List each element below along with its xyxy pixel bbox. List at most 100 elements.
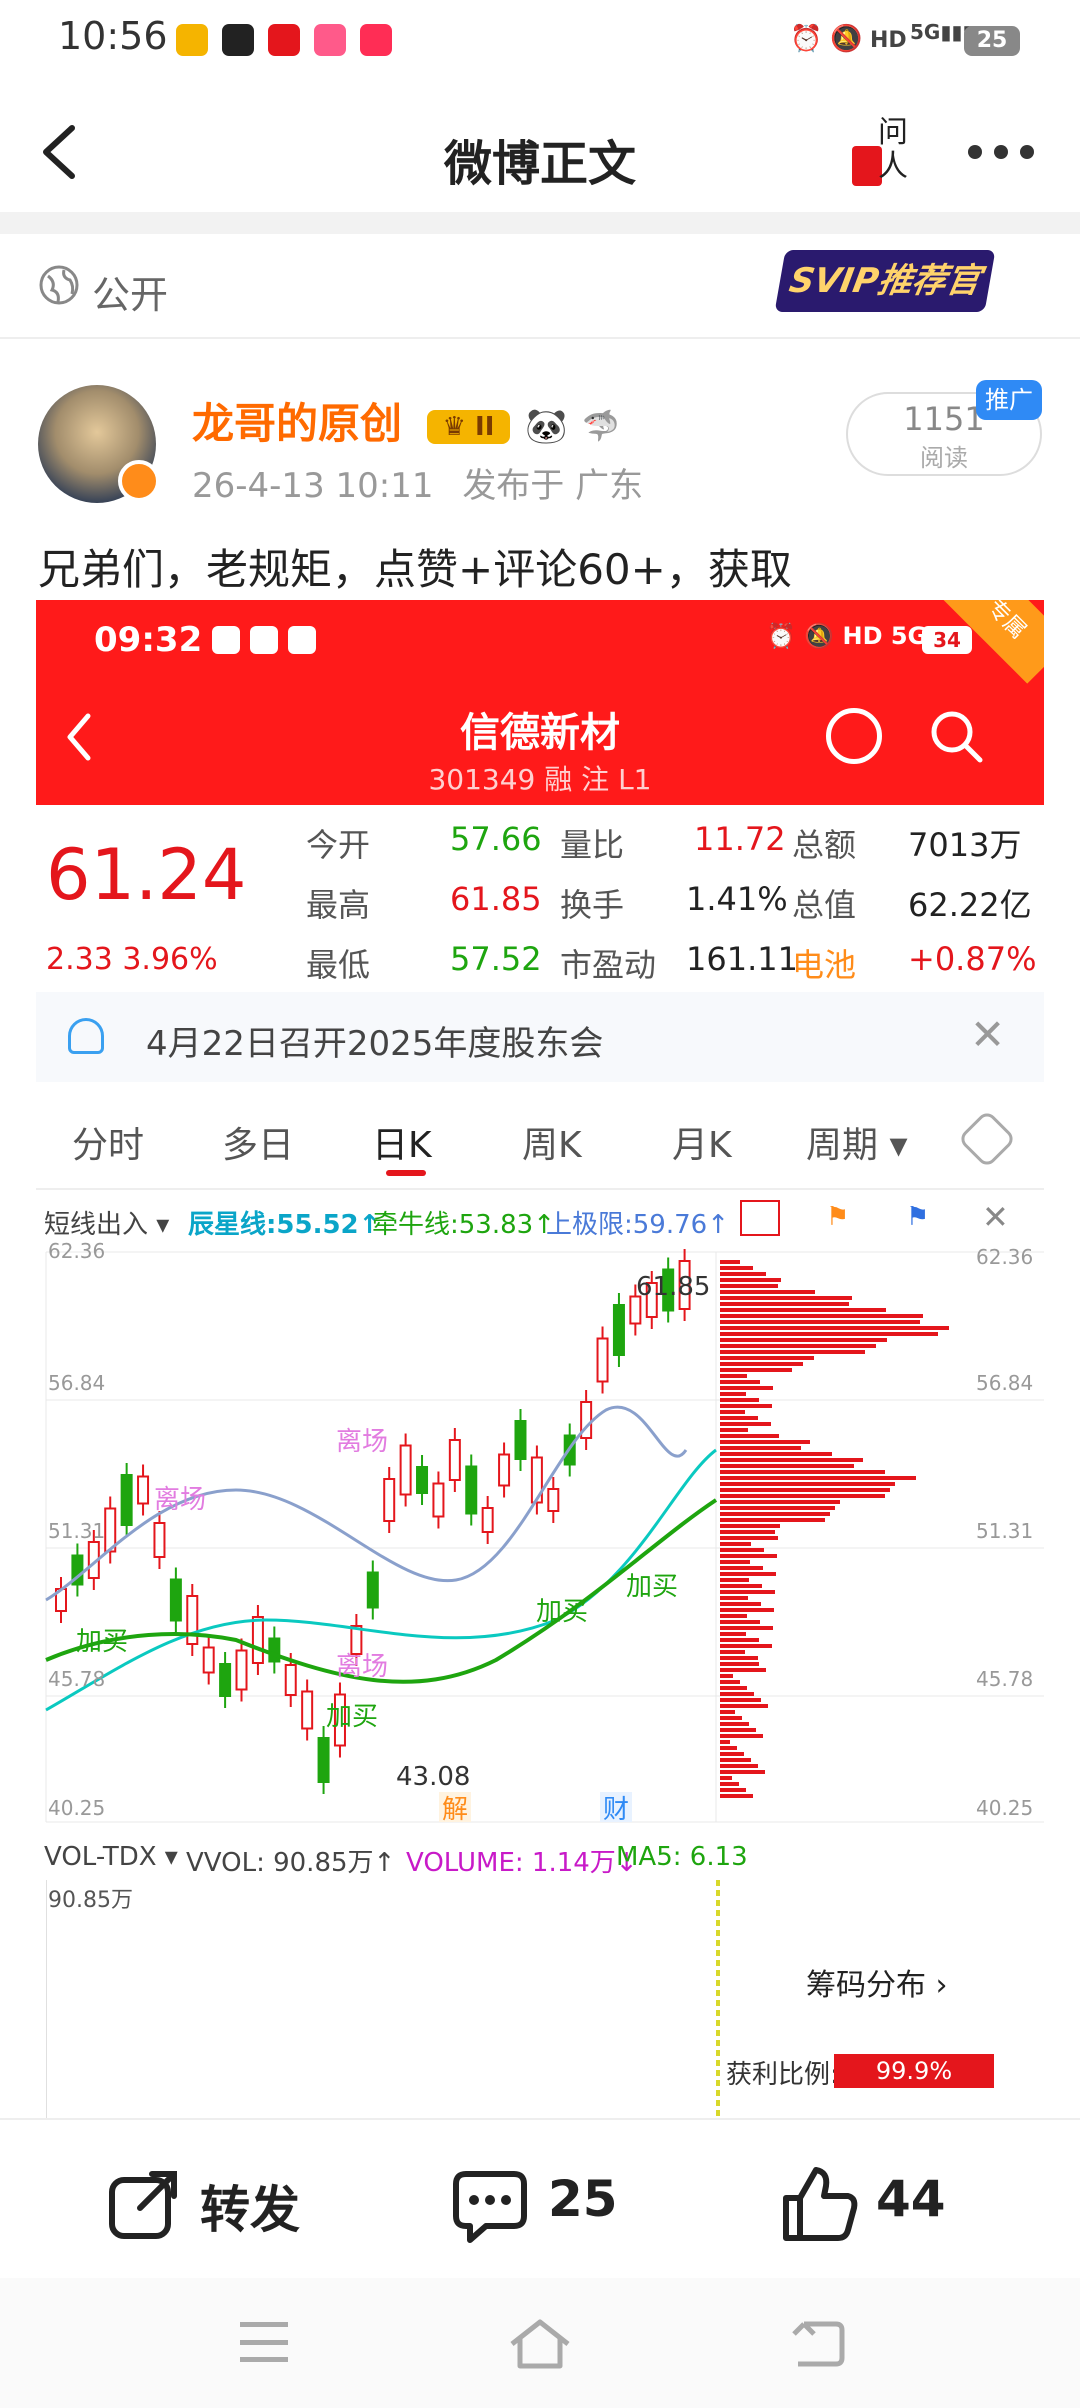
flag-blue-icon: ⚑ (906, 1202, 930, 1232)
volume-axis-top: 90.85万 (48, 1888, 133, 1913)
battery-icon: 25 (964, 26, 1020, 56)
action-bar: 转发 25 44 (0, 2118, 1080, 2278)
stock-code: 301349 融 注 L1 (428, 763, 652, 796)
candle (317, 1737, 330, 1783)
chip-bar (720, 1608, 774, 1612)
visibility-label: 公开 (92, 273, 169, 317)
chip-bar (720, 1548, 764, 1552)
quote-label: 总值 (792, 886, 857, 924)
chip-bar (720, 1302, 849, 1306)
comment-icon[interactable] (450, 2166, 530, 2246)
quote-value: 7013万 (908, 826, 1022, 864)
profit-label: 获利比例: (726, 2060, 839, 2090)
like-icon[interactable] (780, 2164, 860, 2244)
menu-icon[interactable] (240, 2322, 288, 2362)
comment-count[interactable]: 25 (548, 2170, 618, 2228)
home-icon[interactable] (506, 2316, 574, 2372)
chip-bar (720, 1488, 890, 1492)
chip-bar (720, 1626, 773, 1630)
tab-yuek: 月K (672, 1125, 732, 1166)
candle (235, 1649, 248, 1691)
indicator-row: 短线出入 ▾ 辰星线:55.52↑ 牵牛线:53.83↑ 上极限:59.76↑ … (36, 1194, 1044, 1246)
volume-name: VOL-TDX ▾ (44, 1842, 178, 1872)
chart-cai-label: 财 (603, 1795, 629, 1825)
chart-jiamai-label: 加买 (76, 1627, 128, 1657)
post-time: 26-4-13 10:11 (192, 466, 434, 506)
quote-value: 11.72 (694, 820, 786, 858)
chart-jie-label: 解 (442, 1795, 468, 1825)
chip-bar (720, 1350, 865, 1354)
candle (219, 1663, 232, 1697)
chip-bar (720, 1776, 732, 1780)
shot-time: 09:32 (94, 620, 203, 660)
candle (514, 1420, 527, 1460)
post-text: 兄弟们，老规矩，点赞+评论60+，获取 (38, 545, 792, 594)
chip-bar (720, 1602, 761, 1606)
tab-fenshi: 分时 (72, 1125, 145, 1166)
chip-bar (720, 1362, 803, 1366)
candle (448, 1439, 461, 1481)
profit-value: 99.9% (834, 2054, 994, 2088)
like-count[interactable]: 44 (876, 2170, 946, 2228)
quote-label: 市盈动 (560, 946, 657, 984)
chip-bar (720, 1380, 760, 1384)
chip-bar (720, 1470, 885, 1474)
chip-bar (720, 1296, 852, 1300)
author-name[interactable]: 龙哥的原创 ♛ II 🐼 🦈 (192, 390, 619, 451)
back-nav-icon[interactable] (790, 2318, 846, 2370)
chip-bar (720, 1374, 747, 1378)
more-icon[interactable] (968, 144, 1058, 164)
tab-zhouk: 周K (522, 1125, 582, 1166)
candle (612, 1304, 625, 1356)
chip-bar (720, 1440, 810, 1444)
svip-badge[interactable]: SVIP推荐官 (774, 250, 996, 312)
verified-badge-icon (118, 460, 160, 502)
chip-bar (720, 1518, 825, 1522)
chip-bar (720, 1566, 763, 1570)
chip-bar (720, 1770, 765, 1774)
chart-jiamai-label: 加买 (626, 1572, 678, 1602)
chip-bar (720, 1788, 746, 1792)
y-tick-right: 51.31 (976, 1519, 1033, 1543)
chip-bar (720, 1740, 730, 1744)
divider (0, 212, 1080, 234)
close-indicator-icon: ✕ (982, 1198, 1009, 1236)
candle (383, 1478, 396, 1522)
quote-label: 量比 (560, 826, 625, 864)
candle (366, 1571, 379, 1609)
candle (301, 1690, 314, 1730)
y-tick: 45.78 (48, 1667, 105, 1691)
chip-bar (720, 1260, 740, 1264)
quote-panel: 61.24 2.33 3.96% 今开 57.66 量比 11.72 总额 70… (36, 812, 1044, 992)
ask-icon[interactable]: 问人 (848, 116, 918, 194)
chart-high-label: 61.85 (636, 1272, 710, 1302)
status-time: 10:56 (58, 14, 168, 58)
quote-value: 61.85 (450, 880, 542, 918)
chip-bar (720, 1422, 771, 1426)
chip-bar (720, 1452, 832, 1456)
post-image[interactable]: 09:32 ⏰ 🔕 HD 5G▮▮ 34 专属 信德新材 301349 融 注 … (36, 600, 1044, 2120)
promo-badge[interactable]: 推广 (976, 380, 1042, 420)
shop-app-icon (314, 24, 346, 56)
chip-bar (720, 1596, 748, 1600)
chip-bar (720, 1782, 739, 1786)
candle (432, 1482, 445, 1518)
quote-value: 161.11 (686, 940, 798, 978)
chip-bar (720, 1620, 760, 1624)
candle (416, 1466, 429, 1494)
chip-bar (720, 1284, 778, 1288)
alarm-icon: ⏰ (790, 24, 823, 54)
indicator-name: 短线出入 ▾ (44, 1210, 170, 1240)
chip-bar (720, 1332, 938, 1336)
chip-bar (720, 1734, 763, 1738)
chart-jiamai-label: 加买 (326, 1702, 378, 1732)
repost-icon[interactable] (106, 2166, 182, 2242)
volume-area: 90.85万 筹码分布 › 获利比例: 99.9% (36, 1880, 1044, 2120)
repost-button[interactable]: 转发 (200, 2170, 300, 2242)
hd-icon: HD (870, 28, 907, 53)
kline-chart: 61.85 43.08 离场 离场 离场 加买 加买 加买 加买 解 财 62.… (45, 1240, 1044, 1825)
ma5-value: MA5: 6.13 (616, 1842, 748, 1872)
candle (202, 1646, 215, 1674)
candle (251, 1616, 264, 1664)
chip-bar (720, 1698, 761, 1702)
